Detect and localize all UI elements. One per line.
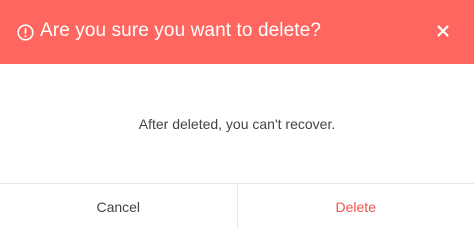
dialog-header: Are you sure you want to delete? xyxy=(0,0,474,64)
delete-confirm-dialog: Are you sure you want to delete? After d… xyxy=(0,0,474,229)
dialog-footer: Cancel Delete xyxy=(0,183,474,229)
close-icon[interactable] xyxy=(436,24,450,38)
dialog-title: Are you sure you want to delete? xyxy=(40,20,321,41)
cancel-button[interactable]: Cancel xyxy=(0,184,238,229)
alert-circle-icon xyxy=(17,24,34,41)
dialog-message: After deleted, you can't recover. xyxy=(138,116,336,132)
delete-button[interactable]: Delete xyxy=(237,184,474,229)
